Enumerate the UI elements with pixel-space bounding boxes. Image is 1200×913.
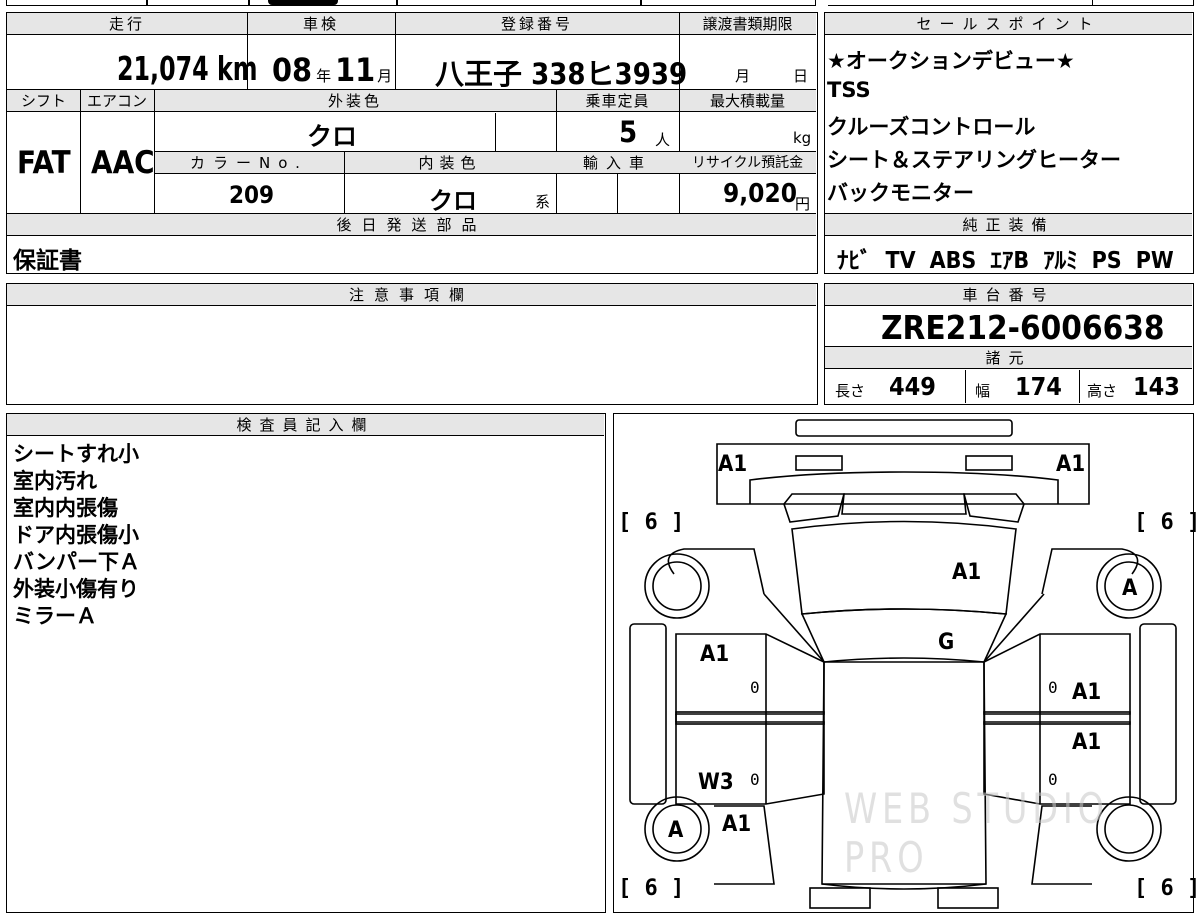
- front-left-door-mark: 0: [750, 678, 760, 697]
- transfer-month-unit: 月: [735, 67, 751, 85]
- tire-rear-left: [ 6 ]: [618, 876, 685, 901]
- ac-value: AAC: [91, 145, 155, 181]
- inspector-note-line: 室内内張傷: [13, 496, 118, 520]
- height-value: 143: [1133, 372, 1180, 401]
- inspector-note-line: ドア内張傷小: [13, 523, 139, 547]
- inspector-note-line: シートすれ小: [13, 442, 139, 466]
- width-label: 幅: [975, 382, 991, 400]
- color-no-label: カラーNo.: [190, 154, 308, 172]
- transfer-deadline-label: 譲渡書類期限: [702, 15, 793, 33]
- length-value: 449: [889, 372, 936, 401]
- inspector-label: 検査員記入欄: [7, 414, 604, 436]
- sales-point-item: TSS: [827, 78, 871, 102]
- windshield-code: G: [938, 630, 955, 655]
- recycle-label: リサイクル預託金: [691, 155, 804, 171]
- mileage-label: 走行: [108, 15, 145, 33]
- registration-label: 登録番号: [500, 15, 573, 33]
- equipment-item: PW: [1135, 248, 1174, 274]
- transfer-day-unit: 日: [793, 67, 809, 85]
- inspector-note-line: 室内汚れ: [13, 469, 97, 493]
- sales-points-panel: セールスポイント ★オークションデビュー★ TSS クルーズコントロール シート…: [824, 12, 1194, 274]
- length-label: 長さ: [835, 382, 866, 400]
- top-cropped-strip: [0, 0, 1200, 8]
- capacity-label: 乗車定員: [585, 92, 650, 110]
- exterior-color-value: クロ: [307, 122, 358, 151]
- exterior-color-label: 外装色: [327, 92, 382, 110]
- notes-panel: 注意事項欄: [6, 283, 818, 405]
- inspector-note-line: ミラーＡ: [13, 604, 97, 628]
- inspector-notes: シートすれ小 室内汚れ 室内内張傷 ドア内張傷小 バンパー下Ａ 外装小傷有り ミ…: [13, 441, 593, 630]
- interior-color-label: 内装色: [418, 154, 482, 172]
- max-load-unit: kg: [793, 129, 812, 147]
- tire-front-right: [ 6 ]: [1134, 510, 1200, 535]
- shift-label: シフト: [20, 92, 66, 110]
- front-left-door-code: A1: [700, 642, 730, 667]
- capacity-unit: 人: [655, 131, 671, 149]
- headlight-left-code: A1: [718, 452, 748, 477]
- interior-color-value: クロ: [429, 187, 477, 215]
- equipment-item: ｴｱB: [990, 248, 1030, 274]
- chassis-panel: 車台番号 ZRE212-6006638 諸元 長さ 449 幅 174 高さ 1…: [824, 283, 1194, 405]
- front-right-door-mark: 0: [1048, 678, 1058, 697]
- width-value: 174: [1015, 372, 1062, 401]
- recycle-unit: 円: [795, 195, 811, 213]
- later-parts-label: 後日発送部品: [336, 216, 487, 234]
- color-no-value: 209: [229, 181, 275, 209]
- interior-suffix: 系: [535, 193, 551, 211]
- later-parts-value: 保証書: [13, 248, 82, 274]
- shift-value: FAT: [17, 145, 71, 181]
- front-right-wheel-code: A: [1122, 576, 1138, 601]
- equipment-item: PS: [1091, 248, 1122, 274]
- mileage-value: 21,074 km: [117, 49, 258, 88]
- max-load-label: 最大積載量: [709, 92, 785, 110]
- capacity-value: 5: [619, 115, 638, 149]
- recycle-fee-value: 9,020: [723, 179, 797, 209]
- ac-label: エアコン: [86, 92, 147, 110]
- equipment-item: ABS: [929, 248, 977, 274]
- sales-point-item: バックモニター: [827, 181, 974, 205]
- tire-rear-right: [ 6 ]: [1134, 876, 1200, 901]
- vehicle-info-table: 走行 車検 登録番号 譲渡書類期限 21,074 km 08 年 11 月 八王子 3…: [6, 12, 818, 274]
- notes-label: 注意事項欄: [7, 284, 816, 306]
- rear-left-wheel-code: A: [668, 818, 684, 843]
- hood-code: A1: [952, 560, 982, 585]
- inspector-note-line: 外装小傷有り: [13, 577, 139, 601]
- rear-left-door-code: W3: [698, 770, 734, 795]
- inspector-note-line: バンパー下Ａ: [13, 550, 141, 574]
- height-label: 高さ: [1087, 382, 1118, 400]
- inspector-panel: 検査員記入欄 シートすれ小 室内汚れ 室内内張傷 ドア内張傷小 バンパー下Ａ 外…: [6, 413, 606, 913]
- sales-point-item: ★オークションデビュー★: [827, 49, 1075, 73]
- spec-label: 諸元: [825, 347, 1192, 369]
- equipment-item: ｱﾙﾐ: [1043, 248, 1078, 274]
- import-label: 輸入車: [582, 154, 652, 172]
- sales-point-item: クルーズコントロール: [827, 115, 1036, 139]
- sales-points-list: ★オークションデビュー★ TSS クルーズコントロール シート＆ステアリングヒー…: [827, 45, 1191, 215]
- inspection-label: 車検: [302, 15, 339, 33]
- headlight-right-code: A1: [1056, 452, 1086, 477]
- front-right-door-code: A1: [1072, 680, 1102, 705]
- equipment-list: ﾅﾋﾞ TV ABS ｴｱB ｱﾙﾐ PS PW: [837, 241, 1193, 275]
- rear-left-door-mark: 0: [750, 770, 760, 789]
- car-diagram-panel: [ 6 ] [ 6 ] [ 6 ] [ 6 ] A1 A1 A1 G A1 W3…: [613, 413, 1200, 913]
- registration-value: 八王子 338ヒ3939: [435, 57, 688, 91]
- chassis-number: ZRE212-6006638: [881, 308, 1165, 347]
- inspection-value: 08 年 11 月: [272, 51, 393, 89]
- equipment-item: TV: [885, 248, 916, 274]
- rear-right-door-code: A1: [1072, 730, 1102, 755]
- equipment-label: 純正装備: [825, 214, 1192, 236]
- sales-points-label: セールスポイント: [825, 13, 1192, 35]
- watermark: WEB STUDIO PRO: [844, 784, 1109, 882]
- rear-left-fender-code: A1: [722, 812, 752, 837]
- tire-front-left: [ 6 ]: [618, 510, 685, 535]
- sales-point-item: シート＆ステアリングヒーター: [827, 148, 1121, 172]
- chassis-label: 車台番号: [825, 284, 1192, 306]
- equipment-item: ﾅﾋﾞ: [837, 248, 872, 274]
